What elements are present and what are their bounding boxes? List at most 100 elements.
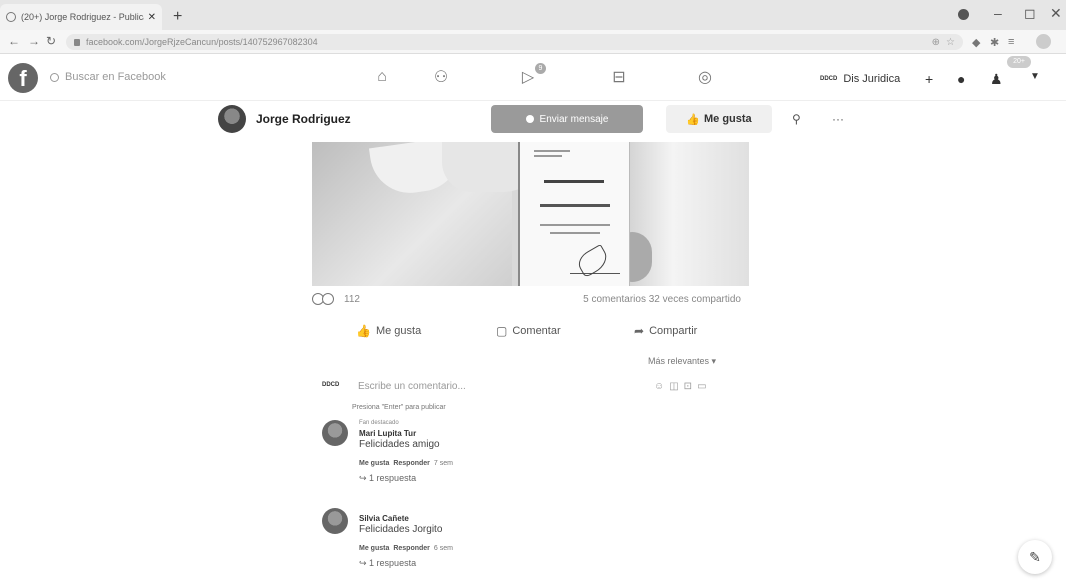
- commenter-avatar: DDCD: [322, 382, 340, 388]
- comment-like-link[interactable]: Me gusta: [359, 460, 389, 467]
- comment-meta: Me gusta Responder 6 sem: [359, 545, 659, 552]
- search-icon: [50, 72, 59, 82]
- url-field[interactable]: facebook.com/JorgeRjzeCancun/posts/14075…: [66, 34, 963, 50]
- compose-icon: ✎: [1029, 548, 1041, 565]
- friends-icon[interactable]: ⚇: [429, 67, 453, 87]
- reactions-row: 112 5 comentarios 32 veces compartido: [312, 293, 749, 309]
- comment-hint: Presiona "Enter" para publicar: [352, 404, 446, 411]
- comment-reply-link[interactable]: Responder: [393, 545, 430, 552]
- lock-icon: [74, 38, 80, 46]
- watch-icon[interactable]: ▷ 9: [516, 63, 546, 87]
- url-text: facebook.com/JorgeRjzeCancun/posts/14075…: [86, 37, 318, 47]
- facebook-header: f Buscar en Facebook ⌂ ⚇ ▷ 9 ⊟ ◎ DDCD Di…: [0, 55, 1066, 101]
- share-label: Compartir: [649, 325, 698, 337]
- comment-input[interactable]: Escribe un comentario...: [358, 381, 466, 392]
- post-actions: 👍 Me gusta ▢ Comentar ➦ Compartir: [312, 318, 749, 346]
- favicon-icon: [6, 12, 16, 22]
- thumbs-up-outline-icon: 👍: [356, 324, 371, 338]
- facebook-logo-icon[interactable]: f: [8, 63, 38, 93]
- emoji-icon[interactable]: ☺: [654, 381, 669, 392]
- browser-avatar-icon[interactable]: [1036, 34, 1051, 49]
- marketplace-icon[interactable]: ⊟: [607, 67, 631, 87]
- groups-icon[interactable]: ◎: [693, 67, 717, 87]
- puzzle-icon[interactable]: ✱: [990, 36, 999, 49]
- comment-label: Comentar: [512, 325, 561, 337]
- share-icon: ➦: [634, 324, 645, 338]
- messenger-icon[interactable]: ●: [957, 71, 965, 87]
- page-name[interactable]: Jorge Rodriguez: [256, 112, 351, 126]
- comment-body: Fan destacado Mari Lupita Tur Felicidade…: [359, 420, 659, 484]
- cert-header-line: [534, 150, 570, 152]
- browser-tab[interactable]: (20+) Jorge Rodriguez - Publica... ✕: [0, 4, 162, 30]
- tab-close-icon[interactable]: ✕: [148, 12, 156, 23]
- comment-time[interactable]: 7 sem: [434, 460, 453, 467]
- comment-text: Felicidades Jorgito: [359, 524, 443, 535]
- watch-badge: 9: [535, 63, 546, 74]
- view-replies-link[interactable]: ↪ 1 respuesta: [359, 473, 659, 484]
- home-icon[interactable]: ⌂: [370, 67, 394, 87]
- close-window-button[interactable]: ✕: [1050, 5, 1062, 22]
- comment-like-link[interactable]: Me gusta: [359, 545, 389, 552]
- comment-icon: ▢: [496, 324, 508, 338]
- search-field[interactable]: Buscar en Facebook: [50, 65, 166, 89]
- maximize-button[interactable]: ◻: [1024, 5, 1036, 22]
- comment-author[interactable]: Silvia Cañete: [359, 514, 659, 523]
- cert-title-line: [544, 180, 604, 183]
- reaction-icons[interactable]: [312, 293, 334, 305]
- search-page-icon[interactable]: ⚲: [792, 112, 801, 126]
- tab-title: (20+) Jorge Rodriguez - Publica...: [21, 12, 144, 22]
- browser-profile-icon[interactable]: [958, 9, 969, 20]
- replies-count: 1 respuesta: [369, 558, 417, 568]
- love-reaction-icon: [322, 293, 334, 305]
- page-avatar[interactable]: [218, 105, 246, 133]
- create-button[interactable]: +: [925, 71, 933, 87]
- certificate-image: [518, 142, 630, 286]
- send-message-label: Enviar mensaje: [539, 113, 609, 125]
- page-profile-bar: Jorge Rodriguez Enviar mensaje 👍 Me gust…: [0, 101, 1066, 141]
- comments-shares-count[interactable]: 5 comentarios 32 veces compartido: [583, 294, 741, 305]
- thumbs-up-icon: 👍: [686, 113, 700, 126]
- sticker-icon[interactable]: ▭: [697, 381, 711, 392]
- share-button[interactable]: ➦ Compartir: [634, 324, 697, 338]
- comment-text: Felicidades amigo: [359, 439, 440, 450]
- extension-icon[interactable]: ◆: [972, 36, 980, 49]
- comment-button[interactable]: ▢ Comentar: [496, 324, 561, 338]
- minimize-button[interactable]: –: [994, 5, 1002, 21]
- new-message-button[interactable]: ✎: [1018, 540, 1052, 574]
- bell-icon[interactable]: ♟: [990, 71, 1003, 88]
- comment-author[interactable]: Mari Lupita Tur: [359, 429, 659, 438]
- bookmark-star-icon[interactable]: ☆: [946, 37, 955, 48]
- account-switcher[interactable]: DDCD Dis Juridica: [820, 73, 900, 85]
- replies-count: 1 respuesta: [369, 473, 417, 483]
- zoom-icon[interactable]: ⊕: [932, 37, 940, 48]
- new-tab-button[interactable]: +: [173, 8, 182, 26]
- forward-icon[interactable]: →: [28, 34, 40, 48]
- account-menu-chevron-icon[interactable]: ▼: [1030, 71, 1040, 82]
- search-placeholder: Buscar en Facebook: [65, 71, 166, 83]
- reactions-count[interactable]: 112: [344, 294, 360, 305]
- gif-icon[interactable]: ⊡: [684, 381, 697, 392]
- like-button[interactable]: 👍 Me gusta: [356, 324, 421, 338]
- cert-header-line-2: [534, 155, 562, 157]
- more-options-icon[interactable]: ···: [832, 112, 844, 126]
- like-page-button[interactable]: 👍 Me gusta: [666, 105, 772, 133]
- comment-avatar[interactable]: [322, 420, 348, 446]
- messenger-button-icon: [525, 115, 534, 123]
- cert-name-line: [540, 204, 610, 207]
- account-name: Dis Juridica: [843, 73, 901, 85]
- back-icon[interactable]: ←: [8, 34, 20, 48]
- reload-icon[interactable]: ↻: [46, 34, 56, 48]
- comment-reply-link[interactable]: Responder: [393, 460, 430, 467]
- view-replies-link[interactable]: ↪ 1 respuesta: [359, 558, 659, 569]
- cert-body-line: [540, 224, 610, 226]
- top-fan-badge: Fan destacado: [359, 420, 399, 426]
- browser-tab-bar: (20+) Jorge Rodriguez - Publica... ✕ + –…: [0, 0, 1066, 30]
- comment-meta: Me gusta Responder 7 sem: [359, 460, 659, 467]
- comment-avatar[interactable]: [322, 508, 348, 534]
- reading-list-icon[interactable]: ≡: [1008, 36, 1014, 48]
- comment-time[interactable]: 6 sem: [434, 545, 453, 552]
- send-message-button[interactable]: Enviar mensaje: [491, 105, 643, 133]
- comment-sort-dropdown[interactable]: Más relevantes ▾: [648, 356, 716, 367]
- account-logo: DDCD: [820, 76, 838, 82]
- camera-icon[interactable]: ◫: [669, 381, 683, 392]
